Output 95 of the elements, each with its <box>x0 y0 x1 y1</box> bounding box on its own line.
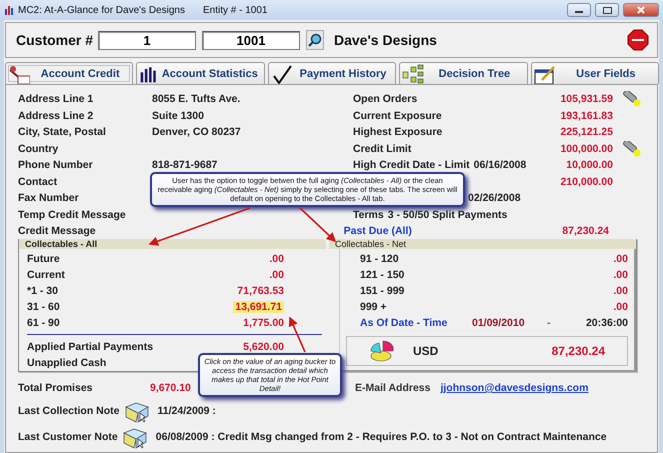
search-button[interactable] <box>306 30 324 50</box>
close-icon <box>637 6 645 14</box>
time-value: 20:36:00 <box>584 316 628 329</box>
amount-value[interactable]: .00 <box>548 253 628 266</box>
field-label: City, State, Postal <box>18 126 107 138</box>
field-value: 818-871-9687 <box>152 159 218 172</box>
email-link[interactable]: jjohnson@davesdesigns.com <box>440 382 588 394</box>
date-value: 01/09/2010 <box>472 316 526 329</box>
amount-value[interactable]: .00 <box>269 269 284 282</box>
field-label: Credit Message <box>18 225 96 237</box>
amount-value[interactable]: 71,763.53 <box>237 284 284 297</box>
tab[interactable]: User Fields <box>530 62 660 84</box>
amount-value[interactable]: 13,691.71 <box>233 300 284 313</box>
arrow <box>299 207 336 242</box>
window-title: MC2: At-A-Glance for Dave's Designs <box>18 4 185 16</box>
currency-label: USD <box>413 344 440 358</box>
app-icon <box>4 5 14 15</box>
amount-value[interactable]: 225,121.25 <box>545 126 613 138</box>
bucket-label: Current <box>27 269 66 282</box>
field-label: Address Line 2 <box>18 110 94 122</box>
amount-value[interactable]: 87,230.24 <box>562 225 609 237</box>
amount-value[interactable]: 210,000.00 <box>545 176 613 188</box>
amount-value[interactable]: 1,775.00 <box>243 316 284 328</box>
field-label: Highest Exposure <box>353 126 442 138</box>
amount-value[interactable]: 10,000.00 <box>545 159 613 172</box>
tab[interactable]: Account Statistics <box>136 62 265 84</box>
field-label: Applied Partial Payments <box>27 341 154 354</box>
field-label: Credit Limit <box>353 142 412 155</box>
amount-value[interactable]: 87,230.24 <box>552 344 605 358</box>
tab[interactable]: Payment History <box>268 62 396 84</box>
entity-label: Entity # - 1001 <box>202 4 268 16</box>
amount-value[interactable]: 5,620.00 <box>204 341 284 354</box>
customer-name: Dave's Designs <box>334 32 438 48</box>
search-icon <box>308 33 322 47</box>
bucket-label: 121 - 150 <box>360 269 406 282</box>
field-label: Open Orders <box>353 93 418 106</box>
amount-value[interactable]: .00 <box>548 300 628 313</box>
bucket-label: *1 - 30 <box>27 284 59 297</box>
field-label: Terms <box>353 208 384 221</box>
minimize-button[interactable] <box>567 3 591 17</box>
maximize-icon <box>602 6 612 14</box>
tree-icon <box>402 64 424 84</box>
tab[interactable]: Collectables - Net <box>329 239 636 250</box>
field-label: Temp Credit Message <box>18 208 127 221</box>
close-button[interactable] <box>623 3 659 17</box>
field-value: 06/16/2008 <box>474 159 528 172</box>
amount-value[interactable]: .00 <box>548 269 628 282</box>
field-value: 02/26/2008 <box>468 192 521 204</box>
note-text: 06/08/2009 : Credit Msg changed from 2 - Requires P.O. to 3 - Not on Contract Maintenance <box>156 431 607 443</box>
pie-chart-icon[interactable] <box>369 338 395 363</box>
field-label: Address Line 1 <box>18 93 94 106</box>
field-label: Total Promises <box>18 382 94 394</box>
tab[interactable]: Decision Tree <box>399 62 528 84</box>
tab[interactable]: Account Credit <box>5 62 134 84</box>
amount-value[interactable]: .00 <box>269 253 284 266</box>
field-label: Contact <box>18 176 58 188</box>
field-label: Last Customer Note <box>18 431 118 443</box>
field-label: Country <box>18 142 60 155</box>
maximize-button[interactable] <box>595 3 619 17</box>
field-label: E-Mail Address <box>355 382 430 394</box>
customer-number-field[interactable]: 1001 <box>202 30 300 50</box>
checkmark-icon <box>270 64 293 84</box>
amount-value[interactable]: 105,931.59 <box>545 93 613 106</box>
flashlight-icon[interactable] <box>621 140 641 157</box>
bucket-label: 999 + <box>360 300 388 313</box>
bucket-label: 91 - 120 <box>360 253 400 266</box>
customer-label: Customer # <box>16 32 94 48</box>
field-value: 3 - 50/50 Split Payments <box>388 208 508 221</box>
note-text: 11/24/2009 : <box>158 405 216 417</box>
arrow <box>288 316 306 352</box>
separator-text: - <box>547 316 552 329</box>
field-label: Last Collection Note <box>18 405 120 417</box>
field-label: Past Due (All) <box>344 225 412 237</box>
bucket-label: 61 - 90 <box>27 316 61 328</box>
field-label: Fax Number <box>18 192 80 204</box>
field-label: Current Exposure <box>353 110 442 122</box>
tab[interactable]: Collectables - All <box>19 239 326 250</box>
field-value: Suite 1300 <box>152 110 204 122</box>
customer-field[interactable]: 1 <box>98 30 196 50</box>
bucket-label: 151 - 999 <box>360 284 406 297</box>
stop-icon[interactable] <box>627 29 649 51</box>
amount-value[interactable]: .00 <box>548 284 628 297</box>
field-value: 8055 E. Tufts Ave. <box>152 93 240 106</box>
amount-value[interactable]: 193,161.83 <box>545 110 613 122</box>
field-label: High Credit Date - Limit <box>353 159 470 172</box>
amount-value: 9,670.10 <box>150 382 191 394</box>
amount-value[interactable]: 100,000.00 <box>545 142 613 155</box>
bucket-label: Future <box>27 253 61 266</box>
field-label: Unapplied Cash <box>27 357 106 370</box>
flashlight-icon[interactable] <box>621 91 641 108</box>
form-pencil-icon <box>534 64 556 84</box>
field-label: As Of Date - Time <box>360 316 448 329</box>
bucket-label: 31 - 60 <box>27 300 61 313</box>
field-value: Denver, CO 80237 <box>152 126 241 138</box>
field-label: Phone Number <box>18 159 94 172</box>
